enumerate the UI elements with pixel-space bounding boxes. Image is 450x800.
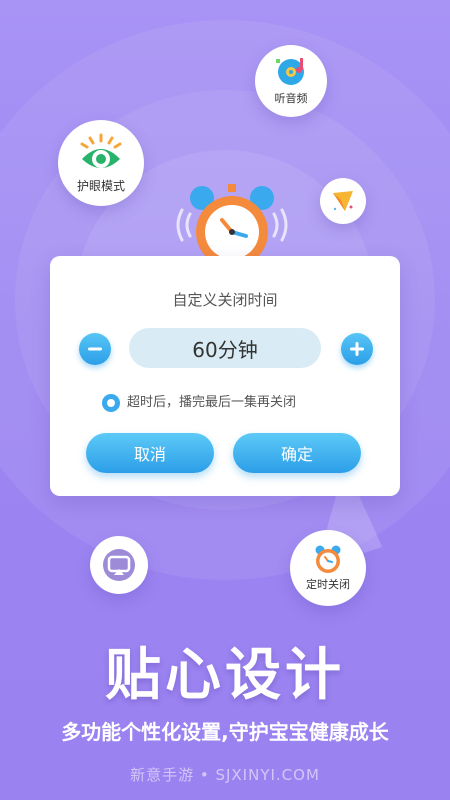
confirm-button[interactable]: 确定	[233, 433, 361, 473]
custom-close-time-dialog: 自定义关闭时间 60分钟 超时后，播完最后一集再关闭 取消 确定	[50, 256, 400, 496]
listen-audio-label: 听音频	[274, 92, 308, 105]
headline: 贴心设计	[105, 643, 345, 708]
finish-episode-radio[interactable]	[102, 394, 120, 412]
timer-clock-icon	[315, 545, 341, 573]
screen-cast-feature	[90, 536, 148, 594]
cancel-button[interactable]: 取消	[86, 433, 214, 473]
increase-button[interactable]	[341, 333, 373, 365]
screen-cast-icon	[103, 549, 135, 581]
duration-value: 60分钟	[129, 328, 321, 368]
radio-selected-dot	[107, 399, 115, 407]
subheadline: 多功能个性化设置,守护宝宝健康成长	[61, 720, 389, 744]
eye-icon	[80, 133, 122, 168]
site-watermark: 新意手游 • SJXINYI.COM	[130, 766, 320, 784]
eye-mode-feature: 护眼模式	[58, 120, 144, 206]
minus-icon	[88, 347, 102, 351]
eye-mode-label: 护眼模式	[76, 178, 125, 193]
finish-episode-label[interactable]: 超时后，播完最后一集再关闭	[127, 394, 296, 412]
kite-feature	[320, 178, 366, 224]
kite-icon	[333, 191, 353, 211]
dialog-title: 自定义关闭时间	[172, 291, 278, 309]
decrease-button[interactable]	[79, 333, 111, 365]
music-disc-icon	[276, 58, 304, 85]
listen-audio-feature: 听音频	[255, 45, 327, 117]
plus-icon	[350, 342, 364, 356]
timer-close-label: 定时关闭	[306, 578, 350, 591]
timer-close-feature: 定时关闭	[290, 530, 366, 606]
